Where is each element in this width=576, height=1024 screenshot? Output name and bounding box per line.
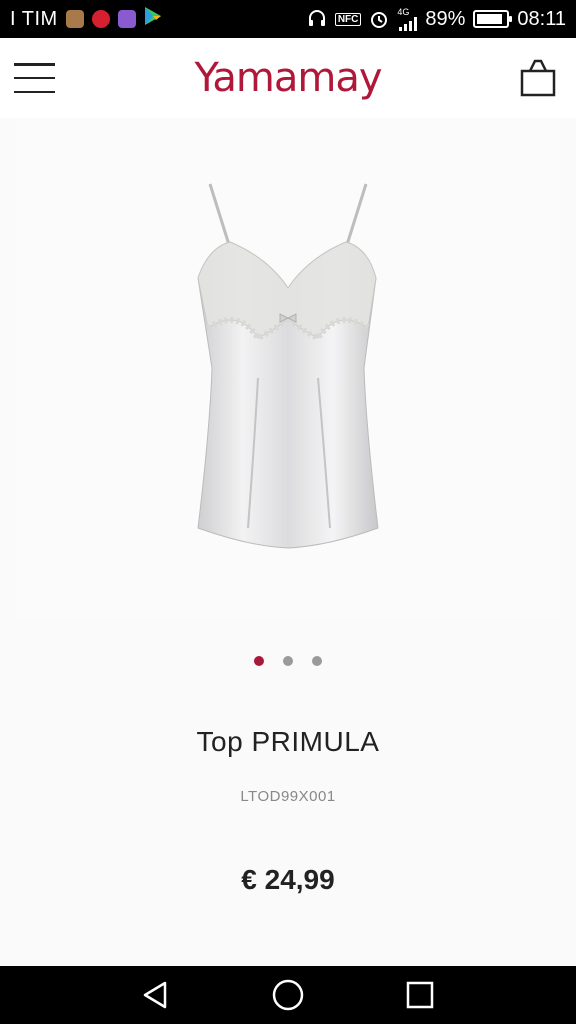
headphones-icon — [307, 9, 327, 29]
product-name: Top PRIMULA — [196, 726, 380, 757]
home-icon[interactable] — [268, 975, 308, 1015]
brand-logo[interactable]: Yamamay — [194, 55, 382, 101]
product-price: € 24,99 — [241, 864, 335, 895]
clock: 08:11 — [517, 7, 566, 30]
menu-line — [14, 63, 55, 66]
carousel-dot[interactable] — [254, 656, 264, 666]
hamburger-menu-icon[interactable] — [14, 60, 56, 96]
signal-icon: 4G — [397, 6, 418, 31]
gallery-app-icon — [117, 10, 136, 28]
carousel-dots — [0, 656, 576, 666]
carousel-dot[interactable] — [312, 656, 322, 666]
battery-icon — [473, 10, 513, 28]
alarm-icon — [369, 9, 389, 29]
play-store-icon — [144, 6, 162, 32]
battery-fill — [477, 14, 503, 24]
system-nav-bar — [0, 966, 576, 1024]
shopping-bag-icon[interactable] — [520, 58, 556, 98]
menu-line — [14, 76, 55, 80]
product-code: LTOD99X001 — [240, 788, 336, 805]
carrier-label: I TIM — [10, 7, 58, 30]
battery-percent: 89% — [425, 7, 466, 30]
carousel-dot[interactable] — [283, 656, 293, 666]
status-bar: I TIM NFC 4G 89% 08:11 — [0, 0, 576, 38]
product-image[interactable] — [16, 118, 560, 618]
recents-icon[interactable] — [400, 975, 440, 1015]
pinterest-icon — [91, 10, 110, 28]
network-type-label: 4G — [397, 6, 410, 17]
product-camisole-illustration — [197, 183, 379, 549]
app-header: Yamamay — [0, 38, 576, 118]
menu-line — [14, 90, 55, 93]
app-icon — [65, 10, 84, 28]
status-left: I TIM — [10, 6, 162, 32]
nfc-icon: NFC — [334, 12, 362, 26]
back-icon[interactable] — [136, 975, 176, 1015]
status-right: NFC 4G 89% 08:11 — [307, 6, 566, 31]
